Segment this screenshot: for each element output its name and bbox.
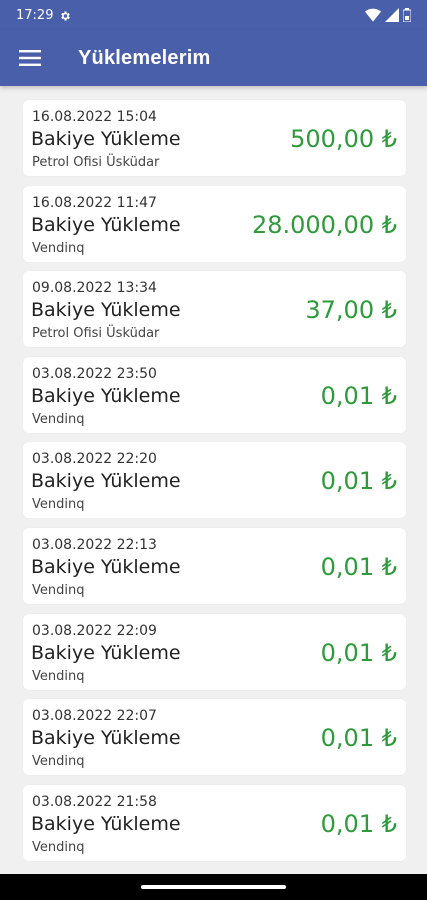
list-item[interactable]: 03.08.2022 22:13 Bakiye Yükleme Vendinq … xyxy=(23,527,406,604)
item-location: Vendinq xyxy=(32,839,85,855)
list-item[interactable]: 16.08.2022 11:47 Bakiye Yükleme Vendinq … xyxy=(23,185,406,262)
list-item[interactable]: 03.08.2022 21:58 Bakiye Yükleme Vendinq … xyxy=(23,784,406,861)
item-title: Bakiye Yükleme xyxy=(31,641,181,664)
item-date: 03.08.2022 22:09 xyxy=(32,622,157,639)
item-date: 03.08.2022 22:07 xyxy=(32,708,157,725)
item-date: 16.08.2022 15:04 xyxy=(32,109,157,125)
hamburger-menu-icon xyxy=(19,50,41,66)
home-gesture-handle[interactable] xyxy=(141,885,286,889)
list-item[interactable]: 03.08.2022 22:07 Bakiye Yükleme Vendinq … xyxy=(23,699,406,776)
app-bar: Yüklemelerim xyxy=(0,30,427,86)
item-amount: 0,01 ₺ xyxy=(320,381,397,410)
item-title: Bakiye Yükleme xyxy=(31,727,181,750)
status-bar: 17:29 xyxy=(0,0,427,30)
settings-icon xyxy=(59,9,71,21)
item-date: 16.08.2022 11:47 xyxy=(32,194,157,211)
status-icons xyxy=(365,8,411,22)
item-location: Vendinq xyxy=(32,411,85,427)
wifi-icon xyxy=(365,8,381,22)
item-title: Bakiye Yükleme xyxy=(31,213,181,236)
page-title: Yüklemelerim xyxy=(78,46,211,69)
item-date: 03.08.2022 22:20 xyxy=(32,451,157,468)
item-date: 03.08.2022 21:58 xyxy=(32,793,157,810)
item-location: Vendinq xyxy=(32,582,85,598)
item-amount: 500,00 ₺ xyxy=(290,125,397,153)
item-date: 09.08.2022 13:34 xyxy=(32,280,157,297)
item-amount: 37,00 ₺ xyxy=(305,296,397,325)
navigation-bar xyxy=(0,874,427,900)
list-item[interactable]: 03.08.2022 22:20 Bakiye Yükleme Vendinq … xyxy=(23,442,406,519)
list-item[interactable]: 09.08.2022 13:34 Bakiye Yükleme Petrol O… xyxy=(23,271,406,348)
item-title: Bakiye Yükleme xyxy=(31,299,181,322)
item-location: Vendinq xyxy=(32,754,85,770)
battery-icon xyxy=(403,8,411,22)
item-date: 03.08.2022 23:50 xyxy=(32,365,157,382)
item-title: Bakiye Yükleme xyxy=(31,470,181,493)
item-amount: 0,01 ₺ xyxy=(320,552,397,581)
item-date: 03.08.2022 22:13 xyxy=(32,536,157,553)
transaction-list: 16.08.2022 15:04 Bakiye Yükleme Petrol O… xyxy=(23,100,406,870)
list-item[interactable]: 16.08.2022 15:04 Bakiye Yükleme Petrol O… xyxy=(23,100,406,176)
item-location: Vendinq xyxy=(32,668,85,684)
item-amount: 0,01 ₺ xyxy=(320,638,397,667)
item-location: Vendinq xyxy=(32,497,85,513)
item-location: Petrol Ofisi Üsküdar xyxy=(32,155,160,170)
item-amount: 0,01 ₺ xyxy=(320,809,397,838)
item-title: Bakiye Yükleme xyxy=(31,555,181,578)
item-location: Petrol Ofisi Üsküdar xyxy=(32,326,160,342)
item-amount: 28.000,00 ₺ xyxy=(251,210,397,239)
item-title: Bakiye Yükleme xyxy=(31,384,181,407)
item-title: Bakiye Yükleme xyxy=(31,812,181,835)
item-location: Vendinq xyxy=(32,240,85,256)
list-item[interactable]: 03.08.2022 23:50 Bakiye Yükleme Vendinq … xyxy=(23,356,406,433)
signal-icon xyxy=(385,8,399,22)
status-time: 17:29 xyxy=(16,7,54,23)
menu-button[interactable] xyxy=(0,30,62,86)
item-amount: 0,01 ₺ xyxy=(320,467,397,496)
item-title: Bakiye Yükleme xyxy=(31,128,181,150)
list-item[interactable]: 03.08.2022 22:09 Bakiye Yükleme Vendinq … xyxy=(23,613,406,690)
item-amount: 0,01 ₺ xyxy=(320,724,397,753)
